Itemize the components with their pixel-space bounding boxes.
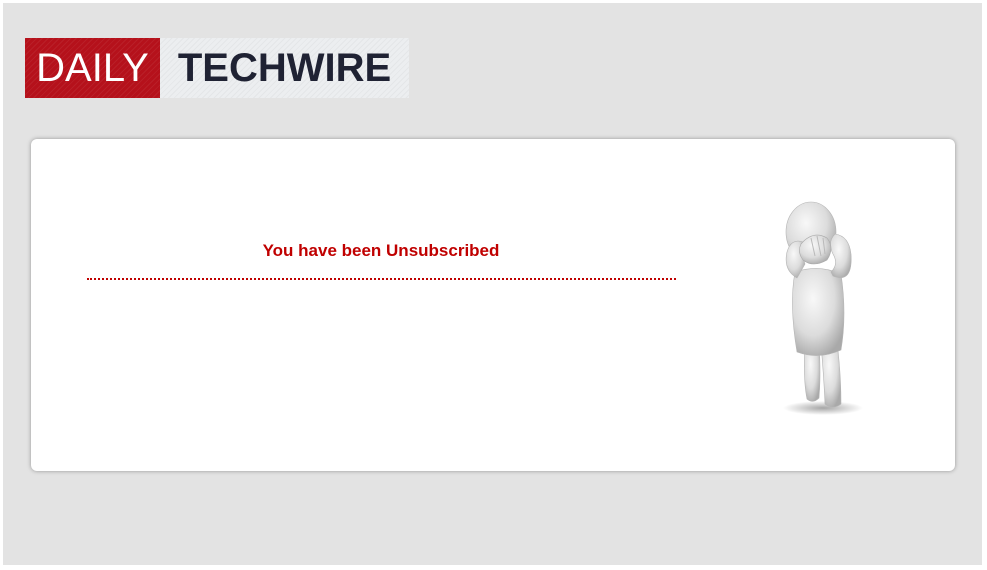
sad-person-facepalm-icon <box>761 194 881 419</box>
logo-techwire-text: TECHWIRE <box>160 38 409 98</box>
page-background: DAILY TECHWIRE You have been Unsubscribe… <box>3 3 982 565</box>
site-logo[interactable]: DAILY TECHWIRE <box>25 38 409 98</box>
logo-daily-text: DAILY <box>25 38 160 98</box>
unsubscribe-message: You have been Unsubscribed <box>262 241 500 260</box>
unsubscribe-card: You have been Unsubscribed <box>31 139 955 471</box>
dotted-divider <box>87 278 676 280</box>
